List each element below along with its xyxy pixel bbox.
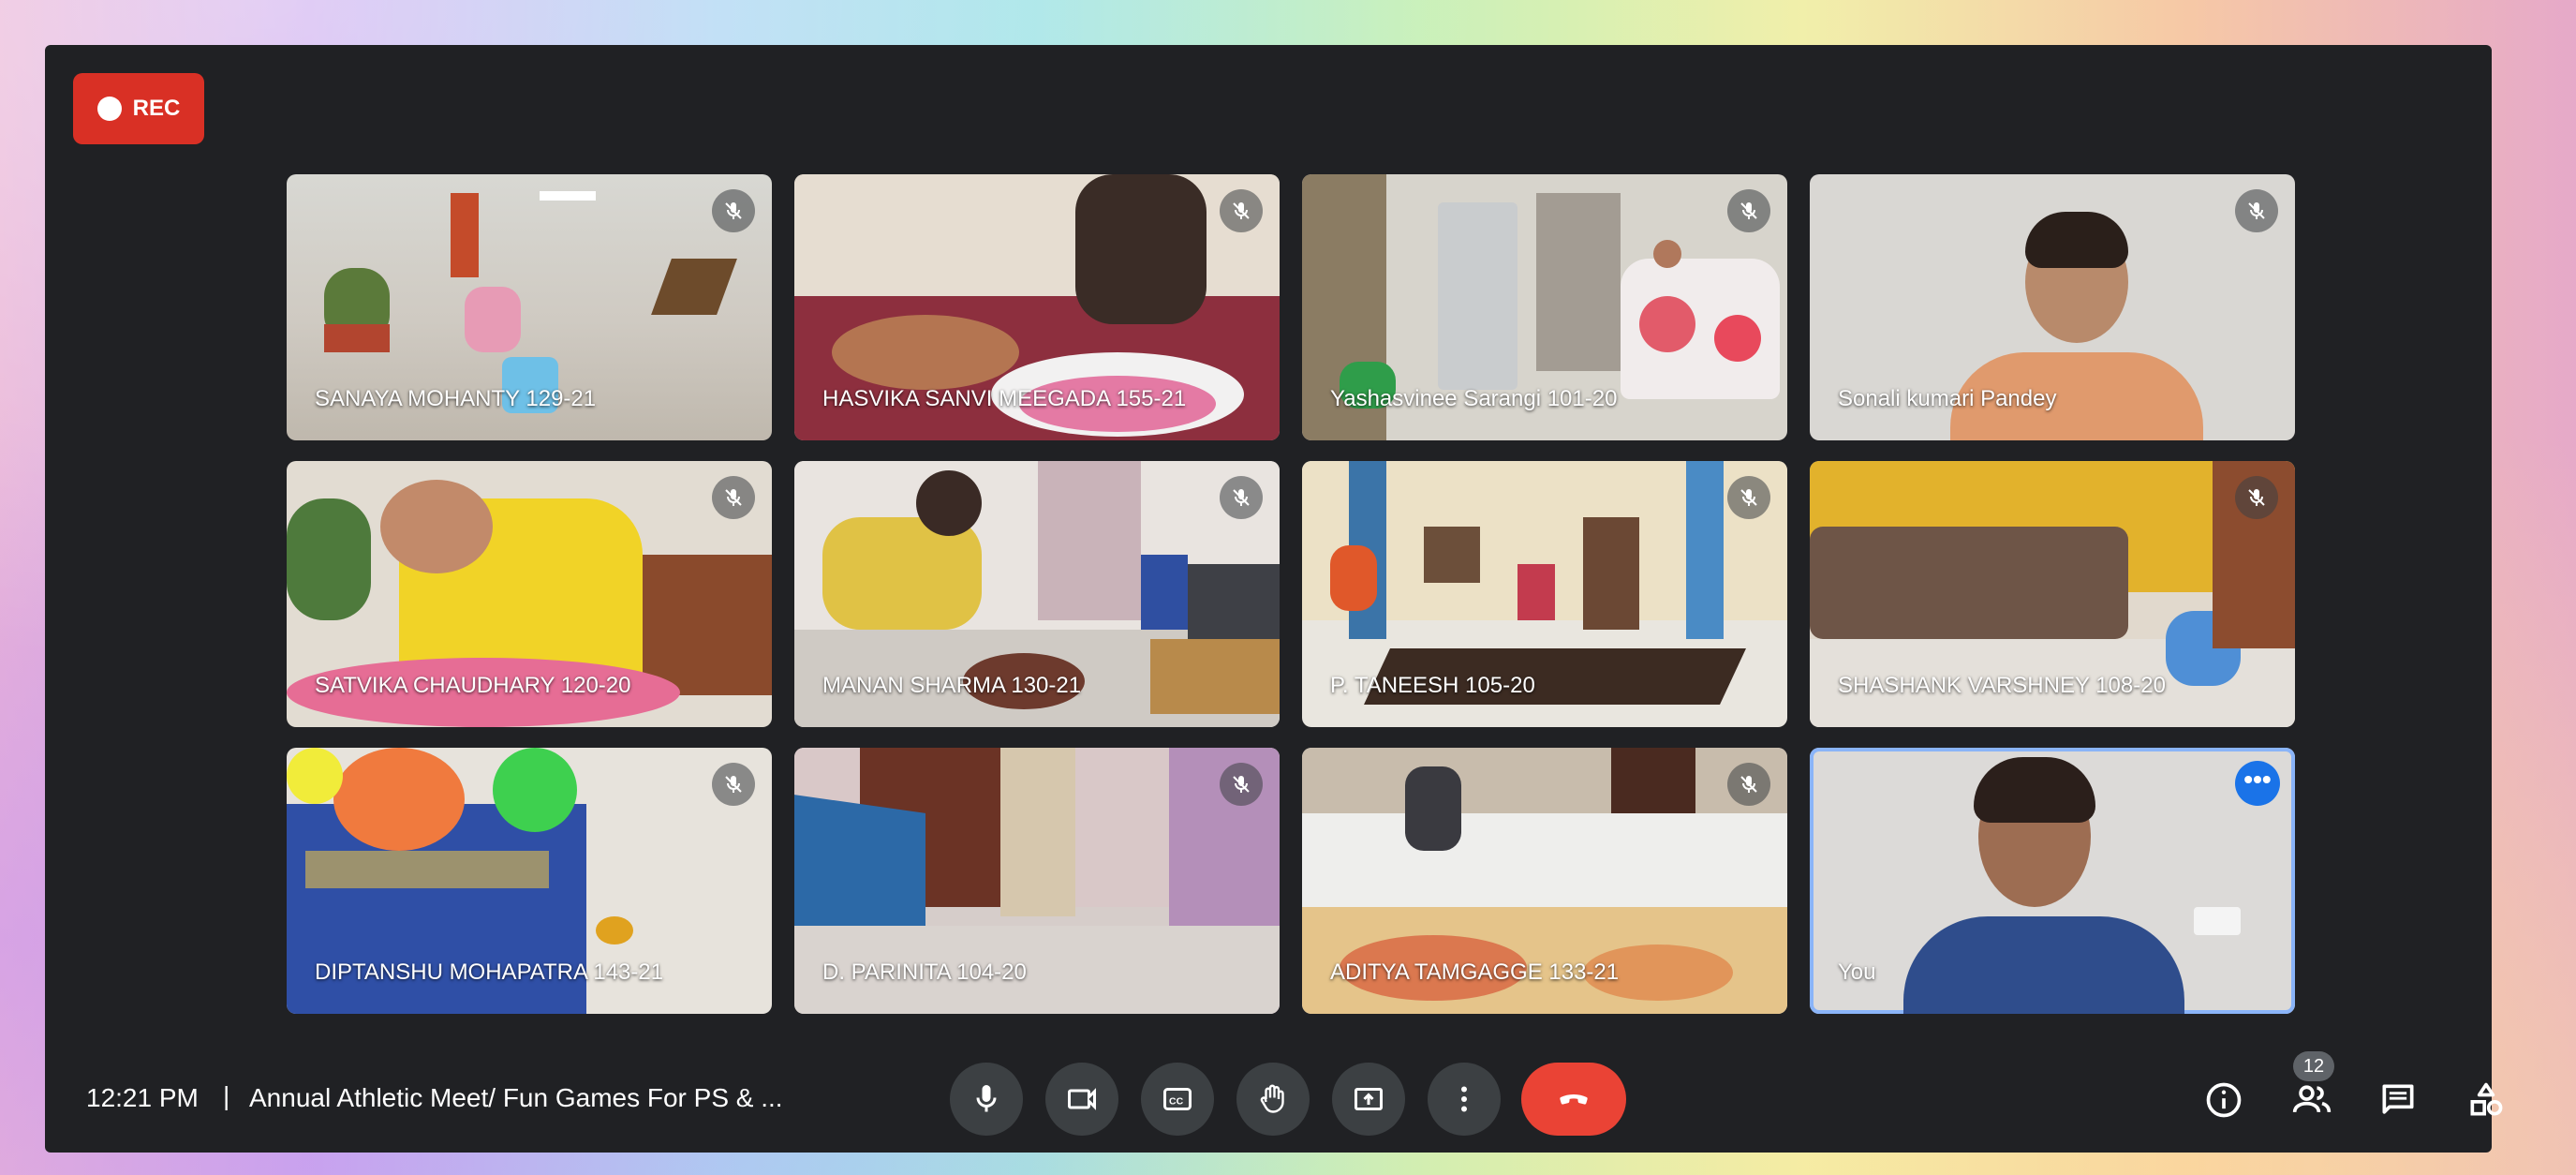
meeting-details-button[interactable]: [2199, 1076, 2248, 1124]
camera-button[interactable]: [1045, 1063, 1118, 1136]
svg-text:CC: CC: [1169, 1095, 1184, 1107]
participant-name: MANAN SHARMA 130-21: [822, 673, 1082, 698]
participant-count-badge: 12: [2293, 1051, 2334, 1081]
muted-mic-icon: [712, 476, 755, 519]
muted-mic-icon: [1727, 763, 1770, 806]
meet-window: REC SANAYA MOHANTY 129-21 HASVIKA SANVI …: [45, 45, 2503, 1153]
more-vert-icon: [1461, 1086, 1467, 1112]
participant-tile[interactable]: ADITYA TAMGAGGE 133-21: [1302, 748, 1787, 1014]
muted-mic-icon: [2235, 189, 2278, 232]
participant-name: ADITYA TAMGAGGE 133-21: [1330, 959, 1620, 985]
chat-icon: [2382, 1084, 2414, 1114]
muted-mic-icon: [1220, 189, 1263, 232]
record-dot-icon: [96, 97, 122, 121]
participant-name: DIPTANSHU MOHAPATRA 143-21: [315, 959, 664, 985]
participant-tile[interactable]: MANAN SHARMA 130-21: [794, 461, 1280, 727]
captions-button[interactable]: CC: [1141, 1063, 1214, 1136]
participant-name: Yashasvinee Sarangi 101-20: [1330, 386, 1618, 411]
participant-tile[interactable]: P. TANEESH 105-20: [1302, 461, 1787, 727]
participant-tile[interactable]: HASVIKA SANVI MEEGADA 155-21: [794, 174, 1280, 440]
muted-mic-icon: [1727, 476, 1770, 519]
participant-tile[interactable]: D. PARINITA 104-20: [794, 748, 1280, 1014]
participant-tile[interactable]: SANAYA MOHANTY 129-21: [287, 174, 772, 440]
muted-mic-icon: [712, 763, 755, 806]
activities-icon: [2470, 1082, 2503, 1116]
leave-call-button[interactable]: [1521, 1063, 1626, 1136]
participant-name: SANAYA MOHANTY 129-21: [315, 386, 597, 411]
present-icon: [1355, 1088, 1383, 1110]
muted-mic-icon: [2235, 476, 2278, 519]
participant-tile[interactable]: SHASHANK VARSHNEY 108-20: [1810, 461, 2295, 727]
participant-name: D. PARINITA 104-20: [822, 959, 1027, 985]
more-options-button[interactable]: [1428, 1063, 1501, 1136]
participant-name: SATVIKA CHAUDHARY 120-20: [315, 673, 631, 698]
clock: 12:21 PM: [86, 1083, 199, 1112]
participant-name: P. TANEESH 105-20: [1330, 673, 1535, 698]
participant-grid: SANAYA MOHANTY 129-21 HASVIKA SANVI MEEG…: [287, 174, 2295, 1014]
participant-tile[interactable]: DIPTANSHU MOHAPATRA 143-21: [287, 748, 772, 1014]
separator: |: [223, 1081, 230, 1110]
chat-button[interactable]: [2374, 1076, 2422, 1124]
more-options-button[interactable]: •••: [2235, 761, 2280, 806]
muted-mic-icon: [712, 189, 755, 232]
raise-hand-button[interactable]: [1236, 1063, 1310, 1136]
recording-indicator: REC: [73, 73, 204, 144]
participant-name: You: [1838, 959, 1876, 985]
recording-label: REC: [132, 96, 181, 121]
participant-tile[interactable]: Yashasvinee Sarangi 101-20: [1302, 174, 1787, 440]
muted-mic-icon: [1727, 189, 1770, 232]
muted-mic-icon: [1220, 476, 1263, 519]
people-icon: [2292, 1085, 2332, 1113]
people-button[interactable]: [2287, 1076, 2336, 1124]
captions-icon: CC: [1163, 1088, 1192, 1110]
participant-tile[interactable]: SATVIKA CHAUDHARY 120-20: [287, 461, 772, 727]
video-feed: [1810, 748, 2295, 1014]
camera-icon: [1068, 1088, 1096, 1110]
raise-hand-icon: [1260, 1084, 1284, 1113]
participant-name: Sonali kumari Pandey: [1838, 386, 2057, 411]
participant-name: HASVIKA SANVI MEEGADA 155-21: [822, 386, 1187, 411]
activities-button[interactable]: [2462, 1076, 2510, 1124]
meeting-title: Annual Athletic Meet/ Fun Games For PS &…: [249, 1083, 783, 1112]
self-view-tile[interactable]: ••• You: [1810, 748, 2295, 1014]
participant-tile[interactable]: Sonali kumari Pandey: [1810, 174, 2295, 440]
muted-mic-icon: [1220, 763, 1263, 806]
bottom-toolbar: 12:21 PM | Annual Athletic Meet/ Fun Gam…: [45, 1038, 2503, 1151]
mic-icon: [976, 1085, 997, 1112]
info-icon: [2206, 1082, 2242, 1118]
present-button[interactable]: [1332, 1063, 1405, 1136]
microphone-button[interactable]: [950, 1063, 1023, 1136]
call-end-icon: [1560, 1094, 1588, 1105]
participant-name: SHASHANK VARSHNEY 108-20: [1838, 673, 2166, 698]
